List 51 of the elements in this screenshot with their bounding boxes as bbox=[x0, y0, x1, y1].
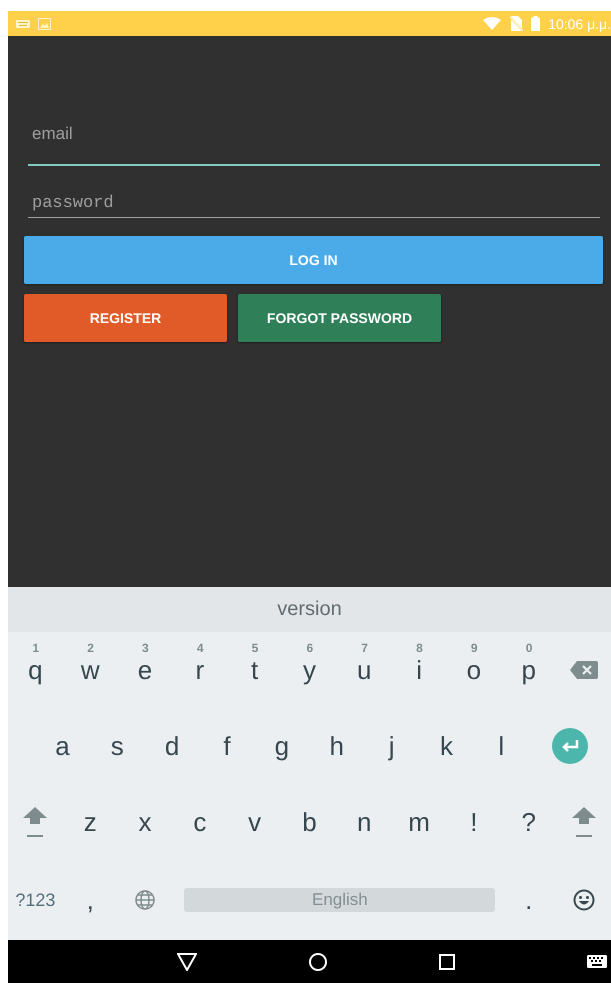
emoji-icon[interactable] bbox=[572, 889, 595, 911]
globe-icon[interactable] bbox=[135, 890, 156, 910]
suggestion-word[interactable]: version bbox=[277, 598, 342, 621]
key[interactable]: z bbox=[62, 784, 118, 860]
symbols-key[interactable]: ?123 bbox=[8, 860, 63, 940]
key[interactable]: 5 t bbox=[227, 632, 282, 708]
key[interactable]: n bbox=[336, 784, 392, 860]
key[interactable]: 0 p bbox=[501, 632, 556, 708]
battery-icon bbox=[531, 16, 540, 31]
action-button[interactable]: FORGOT PASSWORD bbox=[238, 294, 441, 342]
key[interactable]: 8 i bbox=[392, 632, 446, 708]
key[interactable]: a bbox=[35, 708, 90, 784]
shift-icon[interactable] bbox=[572, 807, 596, 837]
key[interactable]: v bbox=[227, 784, 282, 860]
key[interactable]: 9 o bbox=[446, 632, 502, 708]
no-sim-icon bbox=[509, 16, 524, 31]
key[interactable]: 2 w bbox=[62, 632, 118, 708]
input-field[interactable]: password bbox=[28, 194, 600, 218]
clock-time: 10:06 μ.μ. bbox=[548, 16, 611, 32]
key[interactable]: ? bbox=[501, 784, 556, 860]
key[interactable]: s bbox=[90, 708, 145, 784]
key[interactable]: 3 e bbox=[118, 632, 172, 708]
backspace-icon[interactable] bbox=[570, 661, 598, 679]
shift-icon[interactable] bbox=[23, 807, 48, 837]
key[interactable]: c bbox=[172, 784, 228, 860]
key[interactable]: l bbox=[474, 708, 529, 784]
key[interactable]: h bbox=[309, 708, 364, 784]
key[interactable]: m bbox=[392, 784, 446, 860]
image-icon bbox=[38, 18, 51, 30]
key[interactable]: , bbox=[62, 860, 118, 940]
key[interactable]: g bbox=[254, 708, 310, 784]
key[interactable]: 4 r bbox=[172, 632, 228, 708]
keyboard-icon bbox=[16, 20, 30, 28]
keyboard-icon[interactable] bbox=[587, 955, 607, 968]
home-icon[interactable] bbox=[308, 952, 326, 970]
key[interactable]: f bbox=[200, 708, 254, 784]
recents-icon[interactable] bbox=[438, 954, 454, 970]
key[interactable]: k bbox=[419, 708, 474, 784]
key[interactable]: 1 q bbox=[8, 632, 63, 708]
back-icon[interactable] bbox=[176, 952, 196, 970]
action-button[interactable]: REGISTER bbox=[24, 294, 227, 342]
key[interactable]: j bbox=[364, 708, 420, 784]
key[interactable]: 6 y bbox=[282, 632, 337, 708]
key[interactable]: . bbox=[501, 860, 556, 940]
input-field[interactable]: email bbox=[28, 124, 600, 166]
key[interactable]: x bbox=[118, 784, 172, 860]
key[interactable]: ! bbox=[446, 784, 502, 860]
key[interactable]: d bbox=[144, 708, 200, 784]
wifi-icon bbox=[483, 17, 502, 30]
key[interactable]: 7 u bbox=[336, 632, 392, 708]
key[interactable]: b bbox=[282, 784, 337, 860]
